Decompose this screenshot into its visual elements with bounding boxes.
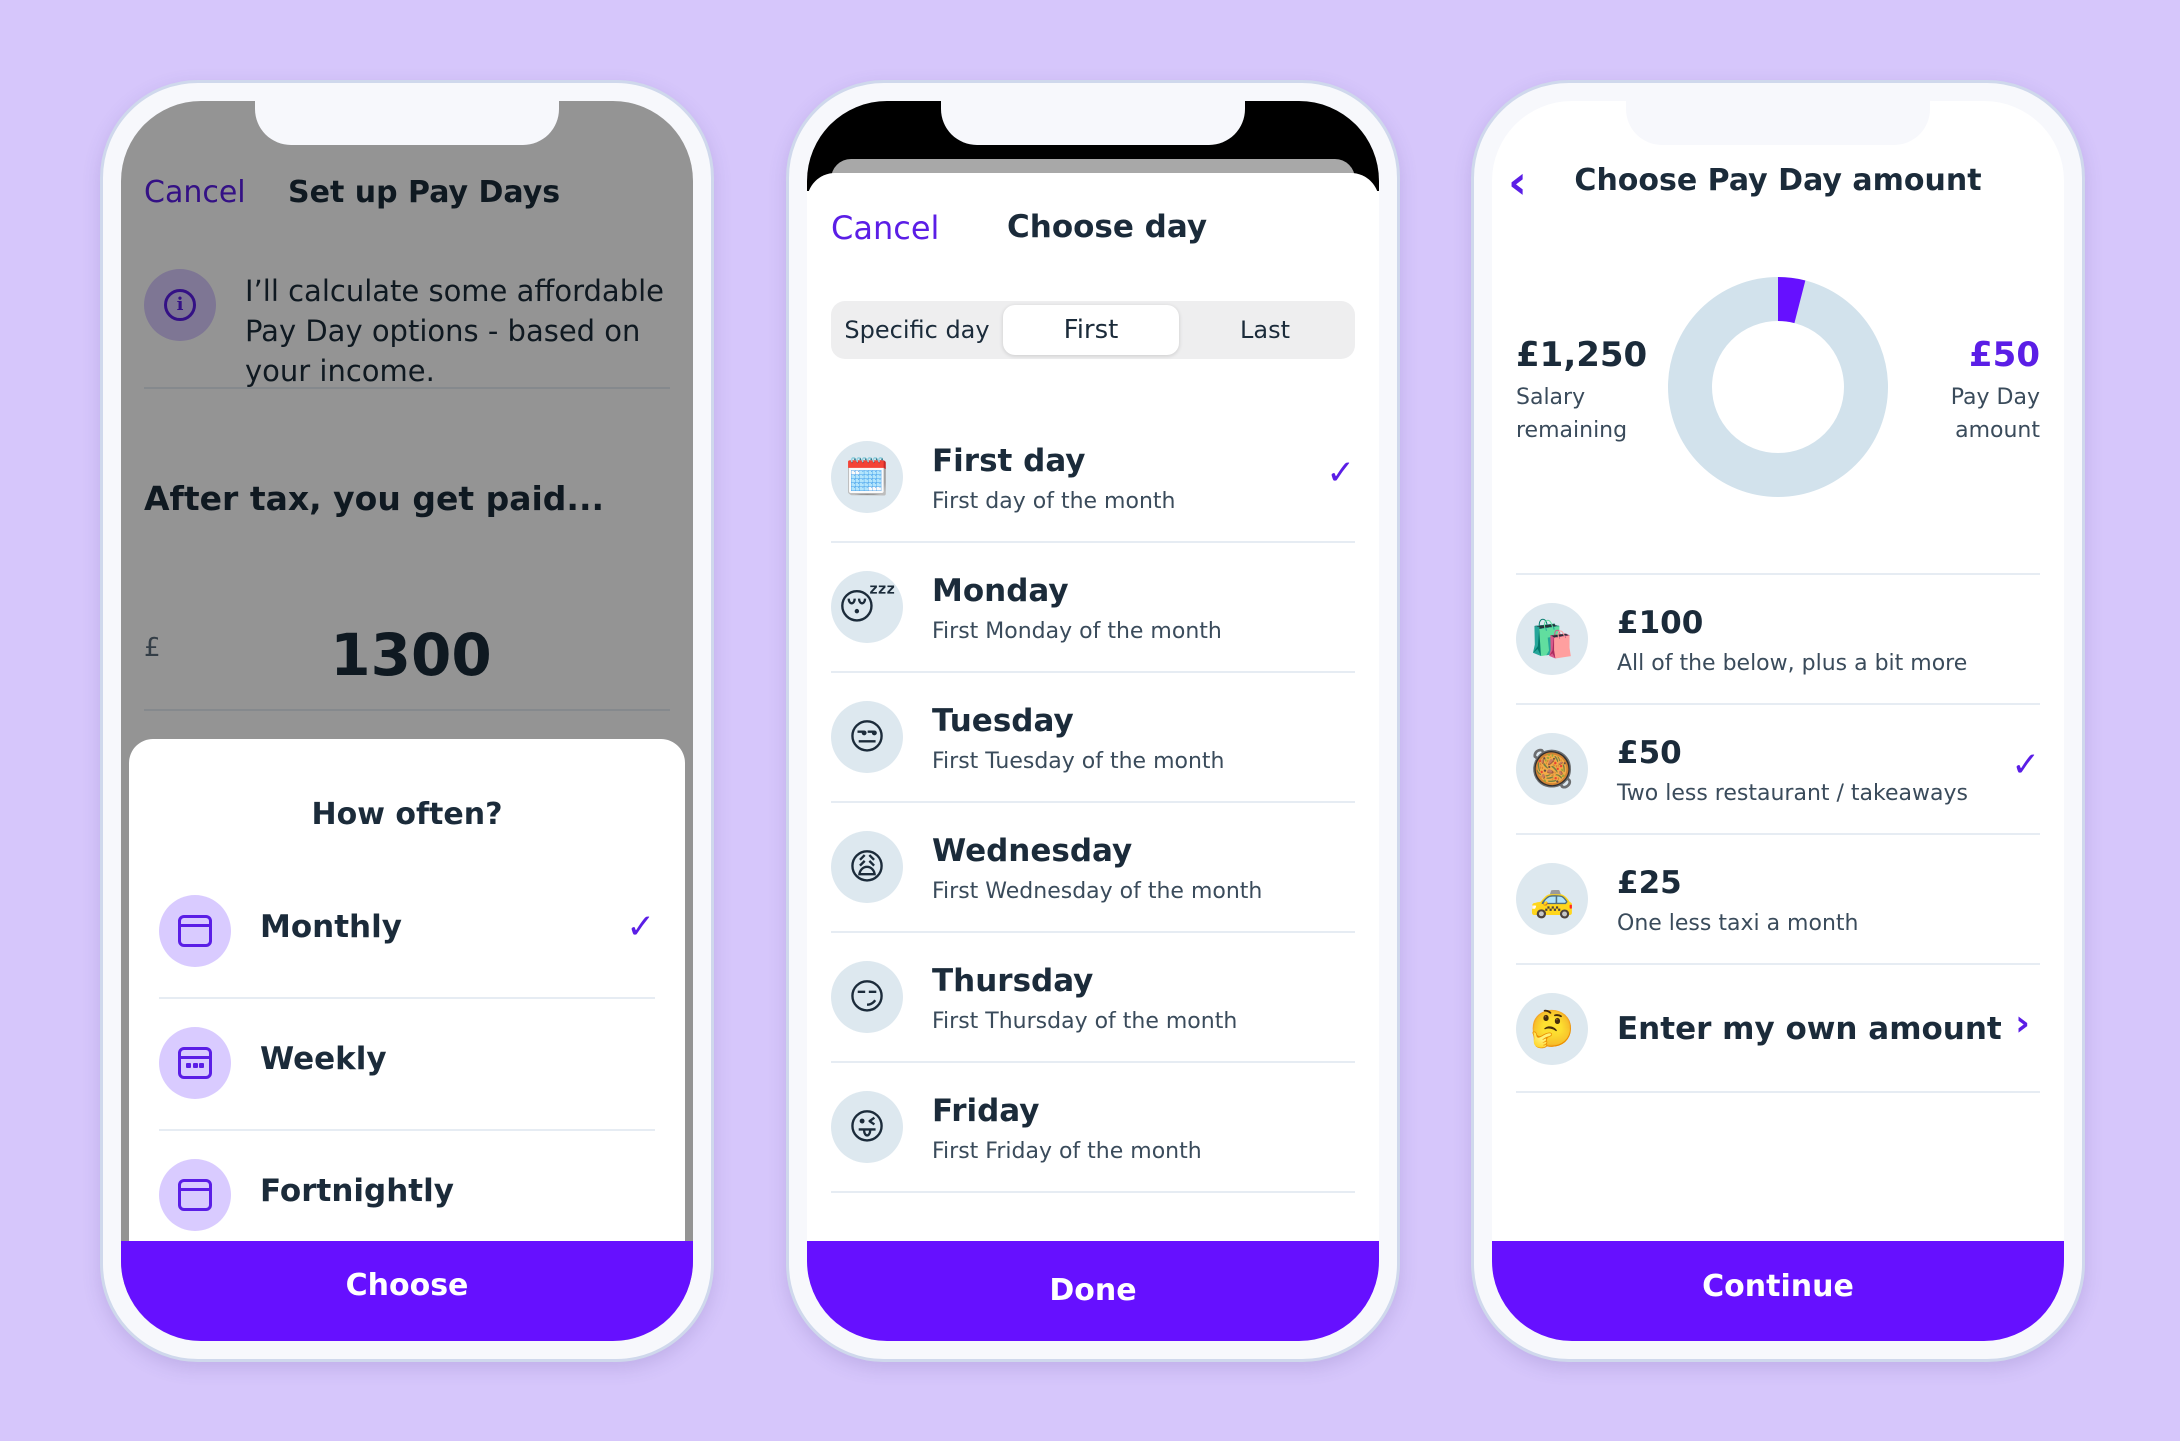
checkmark-icon: ✓ (626, 907, 656, 947)
amount-option-100[interactable]: 🛍️ £100 All of the below, plus a bit mor… (1516, 573, 2040, 703)
screen-choose-day: Cancel Choose day Specific day First Las… (807, 101, 1379, 1341)
donut-track (1668, 277, 1888, 497)
taxi-icon: 🚕 (1516, 863, 1588, 935)
amount-title: £25 (1617, 865, 1682, 901)
day-subtitle: First Wednesday of the month (932, 879, 1263, 904)
shopping-bags-icon: 🛍️ (1516, 603, 1588, 675)
day-option-tuesday[interactable]: 😒 Tuesday First Tuesday of the month (831, 673, 1355, 803)
phone-frame-setup-pay-days: Cancel Set up Pay Days i I’ll calculate … (100, 80, 714, 1362)
amount-subtitle: All of the below, plus a bit more (1617, 651, 1968, 676)
choose-button[interactable]: Choose (121, 1241, 693, 1341)
day-subtitle: First Tuesday of the month (932, 749, 1225, 774)
amount-subtitle: Two less restaurant / takeaways (1617, 781, 1968, 806)
payday-amount-stat: £50 Pay Day amount (1951, 335, 2040, 447)
food-pan-icon: 🥘 (1516, 733, 1588, 805)
checkmark-icon: ✓ (2011, 745, 2041, 785)
day-subtitle: First Friday of the month (932, 1139, 1202, 1164)
screen-choose-amount: ‹ Choose Pay Day amount £1,250 Salary re… (1492, 101, 2064, 1341)
day-title: Tuesday (932, 703, 1074, 739)
day-subtitle: First Monday of the month (932, 619, 1222, 644)
option-label: Monthly (260, 909, 402, 945)
page-title: Choose Pay Day amount (1574, 163, 1982, 198)
day-title: Thursday (932, 963, 1094, 999)
segment-first[interactable]: First (1003, 305, 1179, 355)
phone-notch (1626, 101, 1930, 145)
phone-notch (941, 101, 1245, 145)
phone-notch (255, 101, 559, 145)
amount-title: £50 (1617, 735, 1682, 771)
segment-specific-day[interactable]: Specific day (831, 305, 1003, 355)
calendar-icon (159, 1159, 231, 1231)
calendar-emoji-icon: 🗓️ (831, 441, 903, 513)
phone-frame-choose-day: Cancel Choose day Specific day First Las… (786, 80, 1400, 1362)
frequency-option-weekly[interactable]: Weekly (159, 1001, 655, 1131)
enter-own-amount-row[interactable]: 🤔 Enter my own amount › (1516, 963, 2040, 1093)
sleeping-face-icon: 😴 (831, 571, 903, 643)
payday-amount-value: £50 (1969, 335, 2040, 375)
day-option-monday[interactable]: 😴 Monday First Monday of the month (831, 543, 1355, 673)
day-title: First day (932, 443, 1086, 479)
sheet-title: How often? (311, 797, 503, 832)
day-title: Friday (932, 1093, 1040, 1129)
day-title: Wednesday (932, 833, 1133, 869)
payday-amount-label: Pay Day amount (1950, 385, 2040, 443)
screen-setup-pay-days: Cancel Set up Pay Days i I’ll calculate … (121, 101, 693, 1341)
day-option-first-day[interactable]: 🗓️ First day First day of the month ✓ (831, 413, 1355, 543)
smirking-face-icon: 😏 (831, 961, 903, 1033)
cancel-button[interactable]: Cancel (831, 209, 939, 247)
phone-frame-choose-amount: ‹ Choose Pay Day amount £1,250 Salary re… (1471, 80, 2085, 1362)
option-label: Fortnightly (260, 1173, 454, 1209)
calendar-dots-icon (159, 1027, 231, 1099)
day-subtitle: First Thursday of the month (932, 1009, 1238, 1034)
day-option-thursday[interactable]: 😏 Thursday First Thursday of the month (831, 933, 1355, 1063)
thinking-face-icon: 🤔 (1516, 993, 1588, 1065)
amount-title: £100 (1617, 605, 1704, 641)
option-label: Weekly (260, 1041, 387, 1077)
day-option-wednesday[interactable]: 😩 Wednesday First Wednesday of the month (831, 803, 1355, 933)
salary-remaining-value: £1,250 (1516, 335, 1648, 375)
weary-face-icon: 😩 (831, 831, 903, 903)
day-subtitle: First day of the month (932, 489, 1176, 514)
calendar-icon (159, 895, 231, 967)
segment-last[interactable]: Last (1179, 305, 1351, 355)
choose-day-sheet: Cancel Choose day Specific day First Las… (807, 173, 1379, 1341)
frequency-option-monthly[interactable]: Monthly ✓ (159, 869, 655, 999)
amount-option-50[interactable]: 🥘 £50 Two less restaurant / takeaways ✓ (1516, 703, 2040, 833)
day-type-segmented-control: Specific day First Last (831, 301, 1355, 359)
day-option-friday[interactable]: 😜 Friday First Friday of the month (831, 1063, 1355, 1193)
done-button[interactable]: Done (807, 1241, 1379, 1341)
day-title: Monday (932, 573, 1069, 609)
payday-donut-chart (1668, 277, 1888, 497)
chevron-right-icon: › (2015, 1003, 2030, 1044)
amount-option-25[interactable]: 🚕 £25 One less taxi a month (1516, 833, 2040, 963)
salary-remaining-label: Salary remaining (1516, 385, 1628, 443)
unamused-face-icon: 😒 (831, 701, 903, 773)
page-title: Choose day (1007, 209, 1208, 245)
winking-tongue-face-icon: 😜 (831, 1091, 903, 1163)
continue-button[interactable]: Continue (1492, 1241, 2064, 1341)
amount-subtitle: One less taxi a month (1617, 911, 1859, 936)
salary-remaining-stat: £1,250 Salary remaining (1516, 335, 1647, 447)
checkmark-icon: ✓ (1326, 453, 1356, 493)
enter-own-amount-label: Enter my own amount (1617, 1011, 2002, 1047)
